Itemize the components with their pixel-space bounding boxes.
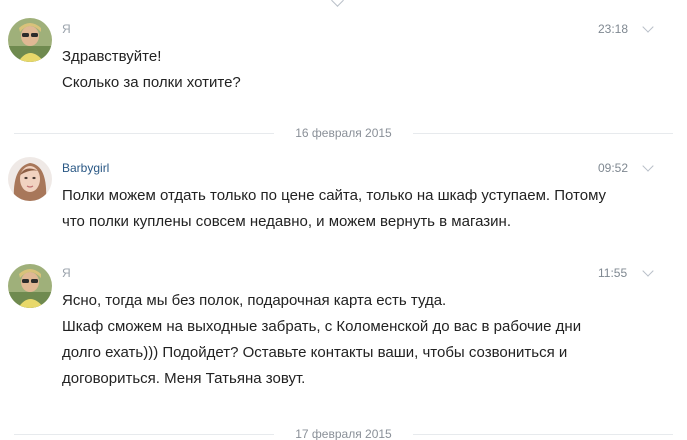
chevron-down-icon[interactable] — [331, 0, 344, 7]
avatar-photo-woman-icon — [8, 157, 52, 201]
message-line: Полки можем отдать только по цене сайта,… — [62, 187, 607, 230]
avatar-photo-sunglasses-icon — [8, 264, 52, 308]
message-text: Ясно, тогда мы без полок, подарочная кар… — [62, 288, 622, 392]
message-time[interactable]: 23:18 — [598, 22, 628, 36]
message-author[interactable]: Я — [62, 22, 71, 36]
message-text: Полки можем отдать только по цене сайта,… — [62, 183, 622, 235]
message-line: Ясно, тогда мы без полок, подарочная кар… — [62, 292, 447, 309]
message-line: Шкаф сможем на выходные забрать, с Колом… — [62, 318, 582, 387]
avatar[interactable] — [8, 18, 52, 62]
message-author[interactable]: Я — [62, 266, 71, 280]
chevron-down-icon[interactable] — [642, 21, 654, 33]
avatar[interactable] — [8, 157, 52, 201]
message-line: Здравствуйте! — [62, 48, 162, 65]
date-separator-label: 16 февраля 2015 — [287, 126, 400, 140]
chat-history: Я 23:18 Здравствуйте! Сколько за полки х… — [0, 0, 687, 440]
message-line: Сколько за полки хотите? — [62, 74, 241, 91]
avatar-photo-sunglasses-icon — [8, 18, 52, 62]
chevron-down-icon[interactable] — [642, 265, 654, 277]
message-time[interactable]: 11:55 — [598, 266, 627, 280]
date-separator: 16 февраля 2015 — [0, 126, 687, 140]
message-author[interactable]: Barbygirl — [62, 161, 109, 175]
date-separator: 17 февраля 2015 — [0, 427, 687, 440]
chevron-down-icon[interactable] — [642, 160, 654, 172]
avatar[interactable] — [8, 264, 52, 308]
message-time[interactable]: 09:52 — [598, 161, 628, 175]
date-separator-label: 17 февраля 2015 — [287, 427, 400, 440]
message-text: Здравствуйте! Сколько за полки хотите? — [62, 44, 622, 96]
